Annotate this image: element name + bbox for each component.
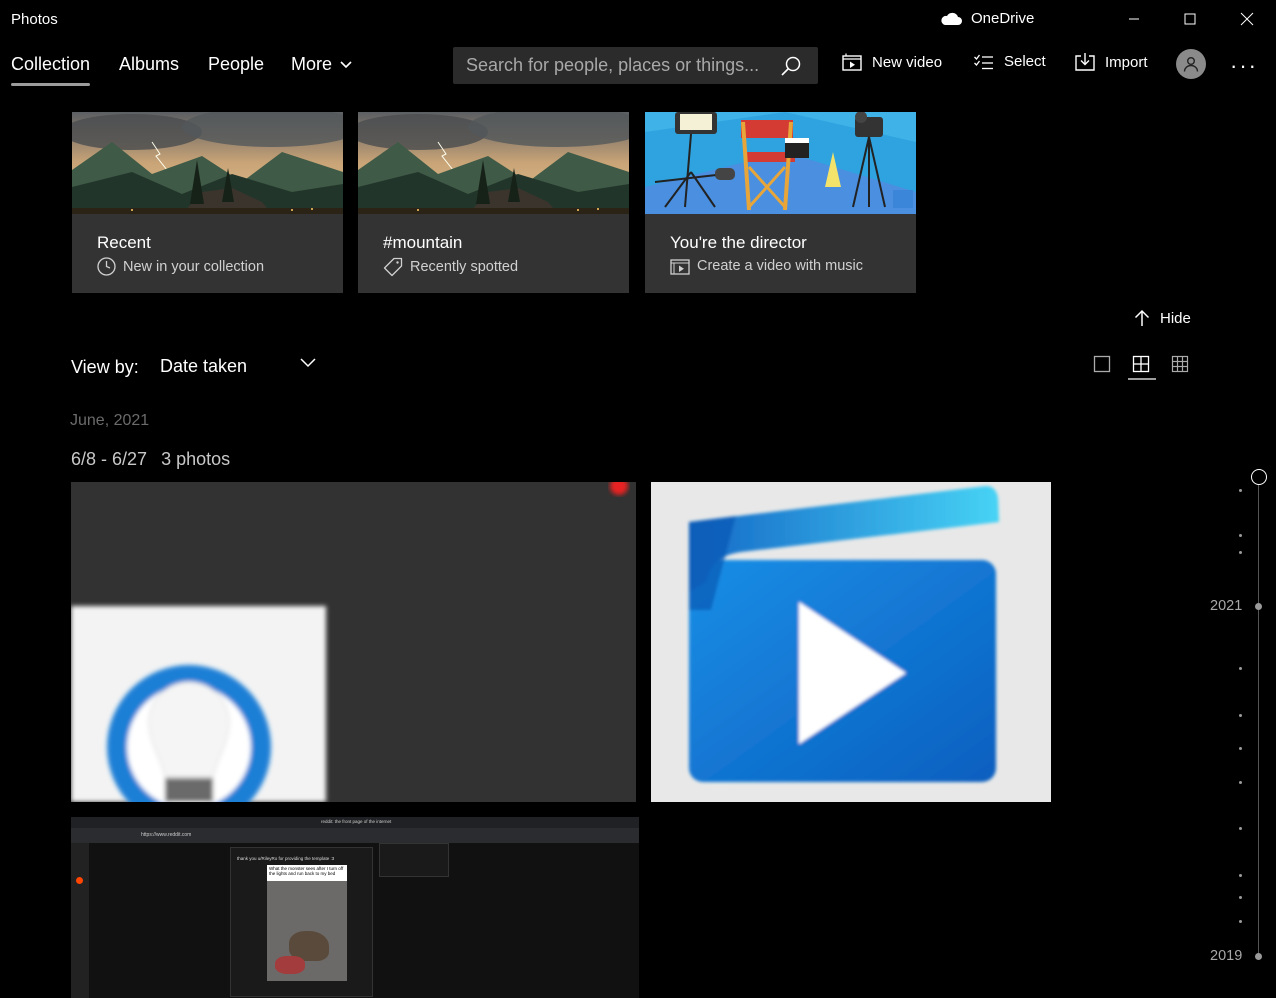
- card-title: Recent: [97, 233, 151, 252]
- hide-label: Hide: [1160, 309, 1191, 327]
- layout-large-button[interactable]: [1090, 352, 1114, 376]
- chevron-down-icon: [300, 358, 316, 368]
- card-subtitle-text: Recently spotted: [410, 259, 519, 275]
- tab-albums[interactable]: Albums: [119, 54, 179, 75]
- close-icon: [1240, 12, 1254, 26]
- timeline-dot[interactable]: [1239, 534, 1242, 537]
- timeline-dot[interactable]: [1239, 781, 1242, 784]
- lightbulb-image: [71, 482, 628, 802]
- tab-collection[interactable]: Collection: [11, 54, 91, 86]
- month-heading: June, 2021: [70, 412, 150, 429]
- screenshot-caption: What the monster sees after I turn off t…: [269, 866, 344, 876]
- timeline-dot[interactable]: [1239, 551, 1242, 554]
- video-editor-icon-image: [689, 486, 999, 782]
- layout-small-button[interactable]: [1168, 352, 1192, 376]
- timeline-year[interactable]: 2021: [1210, 598, 1242, 614]
- import-button[interactable]: Import: [1075, 53, 1148, 71]
- card-thumbnail-mountain: [72, 112, 343, 214]
- screenshot-post: thank you u/RileyRo for providing the te…: [230, 847, 373, 997]
- select-button[interactable]: Select: [974, 53, 1046, 70]
- timeline-year-dot[interactable]: [1255, 953, 1262, 960]
- view-by-label: View by:: [71, 357, 139, 377]
- tag-icon: [383, 257, 403, 277]
- import-label: Import: [1105, 53, 1148, 71]
- maximize-button[interactable]: [1162, 0, 1218, 38]
- top-nav: Collection Albums People More New video …: [0, 40, 1276, 90]
- date-range: 6/8 - 6/27 3 photos: [71, 449, 230, 470]
- single-square-icon: [1093, 355, 1111, 373]
- card-recent[interactable]: Recent New in your collection: [72, 112, 343, 293]
- timeline-track[interactable]: [1258, 484, 1259, 954]
- photo-tile[interactable]: [651, 482, 1051, 802]
- title-bar: Photos OneDrive: [0, 0, 1276, 38]
- card-subtitle: Create a video with music: [670, 257, 863, 275]
- screenshot-post-line: thank you u/RileyRo for providing the te…: [237, 856, 335, 861]
- minimize-button[interactable]: [1106, 0, 1162, 38]
- cloud-icon: [941, 12, 962, 25]
- card-subtitle-text: Create a video with music: [697, 258, 864, 274]
- search-box: [453, 47, 818, 84]
- photo-tile[interactable]: reddit: the front page of the internet h…: [71, 817, 639, 998]
- timeline-dot[interactable]: [1239, 874, 1242, 877]
- screenshot-side-panel: [379, 843, 449, 877]
- new-video-button[interactable]: New video: [842, 53, 942, 71]
- timeline-year-dot[interactable]: [1255, 603, 1262, 610]
- minimize-icon: [1129, 18, 1139, 20]
- timeline-dot[interactable]: [1239, 489, 1242, 492]
- clock-icon: [97, 257, 116, 276]
- card-director[interactable]: You're the director Create a video with …: [645, 112, 916, 293]
- hide-button[interactable]: Hide: [1134, 309, 1191, 327]
- grid-3x3-icon: [1171, 355, 1189, 373]
- screenshot-url: https://www.reddit.com: [141, 832, 192, 838]
- timeline-dot[interactable]: [1239, 896, 1242, 899]
- card-title: You're the director: [670, 233, 807, 252]
- new-video-label: New video: [872, 53, 943, 71]
- select-list-icon: [974, 54, 993, 69]
- date-range-text: 6/8 - 6/27: [71, 449, 148, 469]
- screenshot-titlebar: reddit: the front page of the internet: [71, 817, 639, 828]
- screenshot-tab-title: reddit: the front page of the internet: [321, 819, 392, 824]
- avatar[interactable]: [1176, 49, 1206, 79]
- view-by-dropdown[interactable]: Date taken: [160, 350, 320, 382]
- maximize-icon: [1184, 13, 1196, 25]
- screenshot-sidebar: [71, 843, 89, 998]
- new-video-icon: [842, 53, 862, 71]
- card-thumbnail-mountain: [358, 112, 629, 214]
- person-icon: [1183, 57, 1199, 72]
- grid-2x2-icon: [1132, 355, 1150, 373]
- card-mountain[interactable]: #mountain Recently spotted: [358, 112, 629, 293]
- app-title: Photos: [11, 11, 58, 28]
- card-title: #mountain: [383, 233, 463, 252]
- tab-people[interactable]: People: [208, 54, 264, 75]
- timeline-dot[interactable]: [1239, 827, 1242, 830]
- photo-count: 3 photos: [161, 449, 231, 469]
- timeline-year[interactable]: 2019: [1210, 948, 1242, 964]
- card-thumbnail-director: [645, 112, 916, 214]
- timeline-dot[interactable]: [1239, 714, 1242, 717]
- import-icon: [1075, 53, 1095, 71]
- timeline-dot[interactable]: [1239, 667, 1242, 670]
- layout-medium-button[interactable]: [1128, 352, 1156, 380]
- screenshot-addressbar: https://www.reddit.com: [71, 828, 639, 843]
- tab-more[interactable]: More: [291, 54, 352, 75]
- timeline-dot[interactable]: [1239, 920, 1242, 923]
- video-icon: [670, 259, 690, 275]
- card-subtitle: New in your collection: [97, 257, 264, 276]
- close-button[interactable]: [1219, 0, 1275, 38]
- photo-tile[interactable]: [71, 482, 636, 802]
- onedrive-label: OneDrive: [971, 10, 1035, 27]
- timeline-dot[interactable]: [1239, 747, 1242, 750]
- arrow-up-icon: [1134, 309, 1150, 326]
- more-options-icon[interactable]: ···: [1230, 53, 1258, 79]
- card-subtitle: Recently spotted: [383, 257, 518, 277]
- card-subtitle-text: New in your collection: [123, 258, 265, 275]
- timeline-handle[interactable]: [1251, 469, 1267, 485]
- onedrive-button[interactable]: OneDrive: [940, 10, 1034, 27]
- search-input[interactable]: [453, 47, 773, 84]
- tab-more-label: More: [291, 54, 333, 74]
- view-by-selected: Date taken: [160, 356, 248, 376]
- search-icon[interactable]: [780, 55, 802, 77]
- select-label: Select: [1004, 53, 1046, 70]
- chevron-down-icon: [340, 60, 352, 68]
